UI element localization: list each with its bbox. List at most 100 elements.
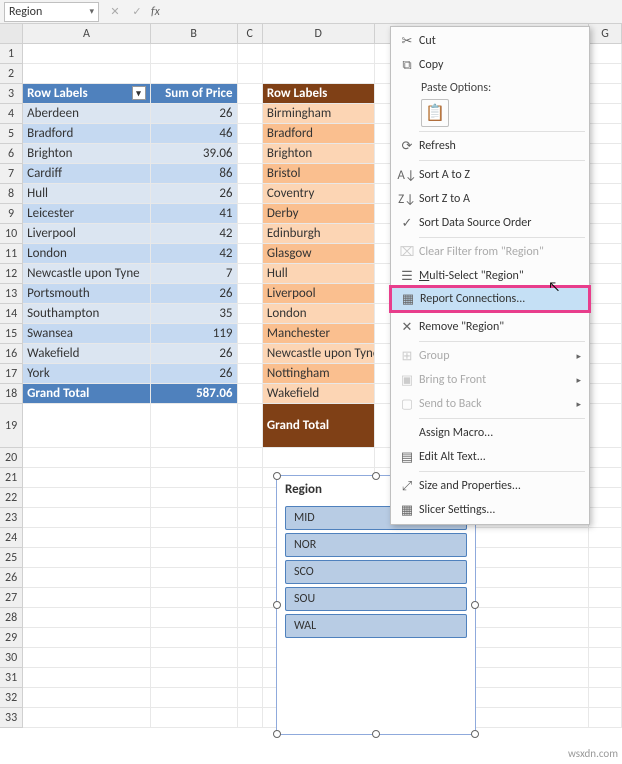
pivot1-row-label[interactable]: Newcastle upon Tyne bbox=[23, 264, 150, 284]
pivot2-row-label[interactable]: Wakefield bbox=[263, 384, 375, 404]
pivot2-grand-total-label[interactable]: Grand Total bbox=[263, 404, 375, 448]
col-header[interactable]: G bbox=[589, 24, 622, 44]
row-header[interactable]: 7 bbox=[0, 164, 23, 184]
pivot1-value[interactable]: 26 bbox=[151, 104, 238, 124]
pivot1-value[interactable]: 26 bbox=[151, 364, 238, 384]
name-box-dropdown-icon[interactable]: ▾ bbox=[89, 6, 94, 17]
pivot1-row-label[interactable]: London bbox=[23, 244, 150, 264]
row-header[interactable]: 32 bbox=[0, 688, 23, 708]
row-header[interactable]: 19 bbox=[0, 404, 23, 448]
pivot1-value[interactable]: 26 bbox=[151, 344, 238, 364]
menu-edit-alt-text[interactable]: ▤Edit Alt Text... bbox=[391, 445, 589, 469]
row-header[interactable]: 5 bbox=[0, 124, 23, 144]
row-header[interactable]: 30 bbox=[0, 648, 23, 668]
pivot2-row-label[interactable]: Liverpool bbox=[263, 284, 375, 304]
row-header[interactable]: 25 bbox=[0, 548, 23, 568]
row-header[interactable]: 33 bbox=[0, 708, 23, 728]
pivot2-row-label[interactable]: Nottingham bbox=[263, 364, 375, 384]
row-header[interactable]: 10 bbox=[0, 224, 23, 244]
pivot2-row-label[interactable]: Glasgow bbox=[263, 244, 375, 264]
row-header[interactable]: 12 bbox=[0, 264, 23, 284]
row-header[interactable]: 24 bbox=[0, 528, 23, 548]
pivot1-row-label[interactable]: Leicester bbox=[23, 204, 150, 224]
resize-handle[interactable] bbox=[471, 730, 479, 738]
resize-handle[interactable] bbox=[273, 601, 281, 609]
row-header[interactable]: 6 bbox=[0, 144, 23, 164]
pivot1-value[interactable]: 42 bbox=[151, 244, 238, 264]
menu-assign-macro[interactable]: Assign Macro... bbox=[391, 421, 589, 445]
pivot1-row-label[interactable]: Southampton bbox=[23, 304, 150, 324]
row-header[interactable]: 29 bbox=[0, 628, 23, 648]
pivot1-row-label[interactable]: Bradford bbox=[23, 124, 150, 144]
row-header[interactable]: 21 bbox=[0, 468, 23, 488]
pivot1-row-label[interactable]: Liverpool bbox=[23, 224, 150, 244]
row-header[interactable]: 27 bbox=[0, 588, 23, 608]
pivot1-value[interactable]: 26 bbox=[151, 184, 238, 204]
row-header[interactable]: 31 bbox=[0, 668, 23, 688]
row-header[interactable]: 28 bbox=[0, 608, 23, 628]
pivot2-row-label[interactable]: Bradford bbox=[263, 124, 375, 144]
pivot1-value-header[interactable]: Sum of Price bbox=[151, 84, 238, 104]
pivot1-row-label[interactable]: Cardiff bbox=[23, 164, 150, 184]
row-header[interactable]: 8 bbox=[0, 184, 23, 204]
menu-sort-az[interactable]: A↓Sort A to Z bbox=[391, 163, 589, 187]
row-header[interactable]: 15 bbox=[0, 324, 23, 344]
row-header[interactable]: 1 bbox=[0, 44, 23, 64]
slicer-item[interactable]: SOU bbox=[285, 587, 467, 611]
name-box[interactable]: Region ▾ bbox=[4, 2, 99, 22]
pivot1-grand-total-label[interactable]: Grand Total bbox=[23, 384, 150, 404]
filter-dropdown-icon[interactable]: ▾ bbox=[132, 86, 146, 100]
menu-multi-select[interactable]: ☰Multi-Select "Region" bbox=[391, 264, 589, 288]
col-header[interactable]: B bbox=[151, 24, 238, 44]
row-header[interactable]: 14 bbox=[0, 304, 23, 324]
row-header[interactable]: 11 bbox=[0, 244, 23, 264]
row-header[interactable]: 13 bbox=[0, 284, 23, 304]
resize-handle[interactable] bbox=[372, 472, 380, 480]
row-header[interactable]: 9 bbox=[0, 204, 23, 224]
row-header[interactable]: 22 bbox=[0, 488, 23, 508]
menu-remove[interactable]: ✕Remove "Region" bbox=[391, 315, 589, 339]
pivot2-row-label[interactable]: Edinburgh bbox=[263, 224, 375, 244]
pivot2-row-label[interactable]: Manchester bbox=[263, 324, 375, 344]
pivot1-row-label[interactable]: York bbox=[23, 364, 150, 384]
pivot2-row-labels-header[interactable]: Row Labels bbox=[263, 84, 375, 104]
pivot2-row-label[interactable]: Derby bbox=[263, 204, 375, 224]
col-header[interactable]: C bbox=[238, 24, 263, 44]
pivot1-row-label[interactable]: Portsmouth bbox=[23, 284, 150, 304]
pivot1-value[interactable]: 35 bbox=[151, 304, 238, 324]
menu-refresh[interactable]: ⟳Refresh bbox=[391, 134, 589, 158]
resize-handle[interactable] bbox=[273, 730, 281, 738]
pivot1-row-label[interactable]: Swansea bbox=[23, 324, 150, 344]
menu-sort-za[interactable]: Z↓Sort Z to A bbox=[391, 187, 589, 211]
pivot2-row-label[interactable]: Newcastle upon Tyne bbox=[263, 344, 375, 364]
menu-report-connections[interactable]: ▦Report Connections... bbox=[391, 287, 589, 311]
menu-sort-datasource[interactable]: ✓Sort Data Source Order bbox=[391, 211, 589, 235]
menu-size-properties[interactable]: ⤢Size and Properties... bbox=[391, 474, 589, 498]
pivot1-value[interactable]: 39.06 bbox=[151, 144, 238, 164]
pivot1-row-label[interactable]: Wakefield bbox=[23, 344, 150, 364]
row-header[interactable]: 16 bbox=[0, 344, 23, 364]
resize-handle[interactable] bbox=[372, 730, 380, 738]
pivot1-value[interactable]: 42 bbox=[151, 224, 238, 244]
pivot1-value[interactable]: 86 bbox=[151, 164, 238, 184]
col-header[interactable]: A bbox=[23, 24, 150, 44]
pivot1-row-label[interactable]: Brighton bbox=[23, 144, 150, 164]
menu-copy[interactable]: ⧉Copy bbox=[391, 53, 589, 77]
pivot1-value[interactable]: 26 bbox=[151, 284, 238, 304]
slicer-item[interactable]: NOR bbox=[285, 533, 467, 557]
row-header[interactable]: 18 bbox=[0, 384, 23, 404]
resize-handle[interactable] bbox=[273, 472, 281, 480]
slicer-item[interactable]: WAL bbox=[285, 614, 467, 638]
menu-cut[interactable]: ✂Cut bbox=[391, 29, 589, 53]
pivot1-row-labels-header[interactable]: Row Labels▾ bbox=[23, 84, 150, 104]
pivot2-row-label[interactable]: Bristol bbox=[263, 164, 375, 184]
pivot1-value[interactable]: 119 bbox=[151, 324, 238, 344]
pivot1-value[interactable]: 7 bbox=[151, 264, 238, 284]
row-header[interactable]: 20 bbox=[0, 448, 23, 468]
menu-slicer-settings[interactable]: ▦Slicer Settings... bbox=[391, 498, 589, 522]
col-header[interactable]: D bbox=[263, 24, 375, 44]
select-all-corner[interactable] bbox=[0, 24, 23, 44]
row-header[interactable]: 17 bbox=[0, 364, 23, 384]
pivot2-row-label[interactable]: Birmingham bbox=[263, 104, 375, 124]
pivot2-row-label[interactable]: Hull bbox=[263, 264, 375, 284]
